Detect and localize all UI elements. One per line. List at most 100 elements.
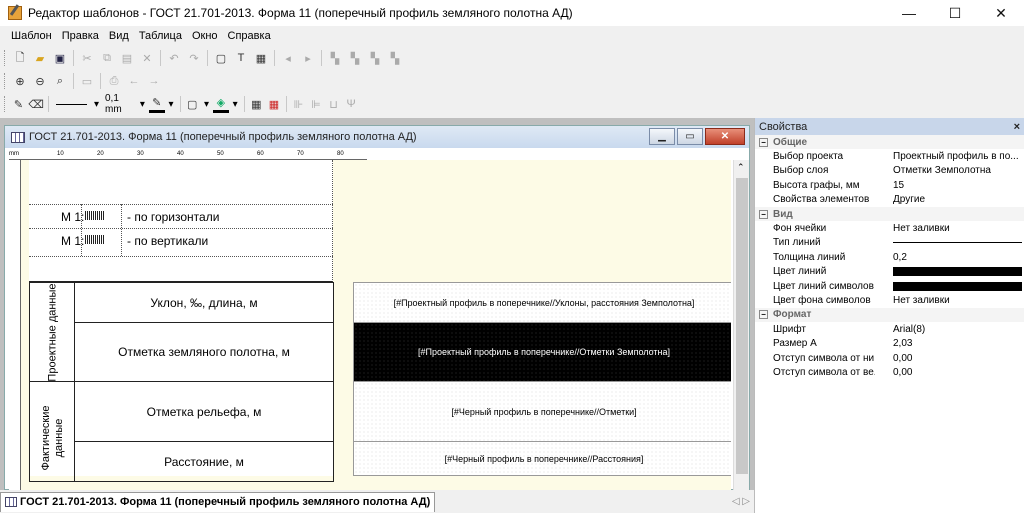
line-width-dropdown[interactable]: 0,1 mm — [105, 93, 134, 115]
collapse-icon[interactable]: − — [759, 137, 768, 147]
prop-row[interactable]: Фон ячейки Нет заливки — [755, 221, 1024, 235]
new-file-icon[interactable]: 🗋 — [11, 49, 29, 67]
save-icon[interactable]: ▣ — [51, 49, 69, 67]
group-cell[interactable]: Фактические данные — [29, 381, 75, 482]
prop-value[interactable]: 15 — [875, 180, 1024, 191]
arrow-left-icon[interactable]: ◂ — [279, 49, 297, 67]
group-cell[interactable]: Проектные данные — [29, 282, 75, 382]
scale-value-field[interactable] — [85, 235, 105, 244]
align-1-icon[interactable]: ▚ — [326, 49, 344, 67]
close-button[interactable]: ✕ — [978, 0, 1024, 26]
prop-row[interactable]: Отступ символа от ни... 0,00 — [755, 351, 1024, 365]
vertical-scrollbar[interactable]: ⌃ — [733, 160, 749, 490]
chevron-down-icon[interactable]: ▾ — [169, 99, 174, 110]
prop-row[interactable]: Выбор слоя Отметки Земполотна — [755, 164, 1024, 178]
prop-value[interactable]: Отметки Земполотна — [875, 165, 1024, 176]
prop-value[interactable]: Проектный профиль в по... — [875, 151, 1024, 162]
cut-icon[interactable]: ✂ — [78, 49, 96, 67]
fill-color-icon[interactable]: ◈ — [213, 95, 229, 113]
arrow-right-icon[interactable]: ▸ — [299, 49, 317, 67]
redo-icon[interactable]: ↷ — [185, 49, 203, 67]
prop-value[interactable]: 2,03 — [875, 338, 1024, 349]
prop-value[interactable]: Arial(8) — [875, 324, 1024, 335]
data-field[interactable]: [#Черный профиль в поперечнике//Расстоян… — [353, 441, 731, 476]
line-color-icon[interactable]: ✎ — [148, 95, 165, 113]
toolbar-grip[interactable] — [4, 96, 7, 112]
prop-value[interactable]: 0,00 — [875, 353, 1024, 364]
data-field[interactable]: [#Черный профиль в поперечнике//Отметки] — [353, 381, 731, 442]
properties-close-icon[interactable]: × — [1014, 121, 1020, 133]
prop-value[interactable]: Нет заливки — [875, 295, 1024, 306]
text-icon[interactable]: T — [232, 49, 250, 67]
line-color-swatch[interactable] — [893, 267, 1022, 277]
align-3-icon[interactable]: ▚ — [366, 49, 384, 67]
frame-icon[interactable]: ▢ — [212, 49, 230, 67]
menu-table[interactable]: Таблица — [134, 30, 187, 42]
scale-value-field[interactable] — [85, 211, 105, 220]
prop-row[interactable]: Толщина линий 0,2 — [755, 250, 1024, 264]
doc-restore-button[interactable]: ▭ — [677, 128, 703, 145]
table-red-icon[interactable]: ▦ — [266, 95, 282, 113]
toolbar-grip[interactable] — [4, 50, 7, 66]
chevron-down-icon[interactable]: ▾ — [140, 99, 145, 110]
chevron-down-icon[interactable]: ▾ — [233, 99, 238, 110]
split-icon[interactable]: ⊔ — [326, 95, 342, 113]
undo-icon[interactable]: ↶ — [165, 49, 183, 67]
menu-template[interactable]: Шаблон — [6, 30, 57, 42]
copy-icon[interactable]: ⧉ — [98, 49, 116, 67]
insert-row-icon[interactable]: ⊪ — [291, 95, 307, 113]
prop-row[interactable]: Тип линий — [755, 236, 1024, 250]
prop-value[interactable]: 0,00 — [875, 367, 1024, 378]
menu-window[interactable]: Окно — [187, 30, 223, 42]
scroll-up-icon[interactable]: ⌃ — [737, 162, 745, 173]
table-icon[interactable]: ▦ — [249, 95, 265, 113]
chevron-down-icon[interactable]: ▾ — [94, 99, 99, 110]
menu-help[interactable]: Справка — [223, 30, 276, 42]
prop-group-view[interactable]: − Вид — [755, 206, 1024, 222]
data-field[interactable]: [#Проектный профиль в поперечнике//Уклон… — [353, 282, 731, 323]
prop-row[interactable]: Размер А 2,03 — [755, 336, 1024, 350]
symbol-line-color-swatch[interactable] — [893, 281, 1022, 291]
zoom-in-icon[interactable]: ⊕ — [11, 72, 29, 90]
line-type-swatch[interactable] — [893, 242, 1022, 244]
document-tab[interactable]: ГОСТ 21.701-2013. Форма 11 (поперечный п… — [0, 491, 436, 512]
doc-minimize-button[interactable]: ▁ — [649, 128, 675, 145]
forward-icon[interactable]: → — [145, 72, 163, 90]
row-label-cell[interactable]: Расстояние, м — [74, 441, 334, 482]
eraser-icon[interactable]: ⌫ — [28, 95, 44, 113]
pencil-icon[interactable]: ✎ — [11, 95, 27, 113]
back-icon[interactable]: ← — [125, 72, 143, 90]
delete-icon[interactable]: ✕ — [138, 49, 156, 67]
minimize-button[interactable]: — — [886, 0, 932, 26]
zoom-fit-icon[interactable]: ⌕ — [51, 72, 69, 90]
row-label-cell[interactable]: Отметка земляного полотна, м — [74, 322, 334, 382]
toolbar-grip[interactable] — [4, 73, 7, 89]
prop-value[interactable]: Нет заливки — [875, 223, 1024, 234]
open-folder-icon[interactable]: ▰ — [31, 49, 49, 67]
line-style-dropdown[interactable] — [55, 103, 87, 105]
template-canvas[interactable]: М 1: - по горизонтали М 1: - по вертикал… — [21, 160, 731, 490]
doc-close-button[interactable]: ✕ — [705, 128, 745, 145]
align-2-icon[interactable]: ▚ — [346, 49, 364, 67]
align-4-icon[interactable]: ▚ — [386, 49, 404, 67]
border-icon[interactable]: ▢ — [184, 95, 200, 113]
data-field-selected[interactable]: [#Проектный профиль в поперечнике//Отмет… — [353, 322, 731, 382]
insert-col-icon[interactable]: ⊫ — [308, 95, 324, 113]
row-label-cell[interactable]: Отметка рельефа, м — [74, 381, 334, 442]
paste-icon[interactable]: ▤ — [118, 49, 136, 67]
zoom-out-icon[interactable]: ⊖ — [31, 72, 49, 90]
prop-group-general[interactable]: − Общие — [755, 135, 1024, 150]
prop-value[interactable]: 0,2 — [875, 252, 1024, 263]
prop-row[interactable]: Цвет линий — [755, 265, 1024, 279]
image-icon[interactable]: ▦ — [252, 49, 270, 67]
prop-group-format[interactable]: − Формат — [755, 307, 1024, 323]
menu-edit[interactable]: Правка — [57, 30, 104, 42]
page-icon[interactable]: ▭ — [78, 72, 96, 90]
preview-icon[interactable]: ⎙ — [105, 72, 123, 90]
prop-value[interactable]: Другие — [875, 194, 1024, 205]
prop-row[interactable]: Свойства элементов Другие — [755, 193, 1024, 207]
menu-view[interactable]: Вид — [104, 30, 134, 42]
prop-row[interactable]: Высота графы, мм 15 — [755, 178, 1024, 192]
row-label-cell[interactable]: Уклон, ‰, длина, м — [74, 282, 334, 323]
prop-row[interactable]: Выбор проекта Проектный профиль в по... — [755, 149, 1024, 163]
